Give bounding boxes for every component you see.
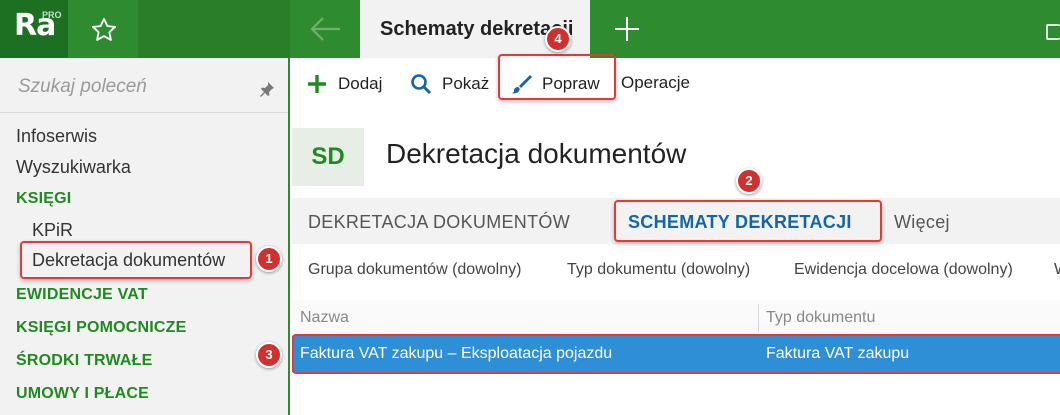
sidebar-section-ksiegi[interactable]: KSIĘGI bbox=[16, 190, 71, 208]
toolbar: Dodaj Pokaż Popraw Operacje bbox=[292, 54, 1060, 112]
app-logo[interactable]: Ra PRO bbox=[0, 0, 68, 58]
top-bar: Ra PRO Schematy dekretacji bbox=[0, 0, 1060, 58]
filter-more[interactable]: W bbox=[1054, 261, 1060, 279]
sidebar: Infoserwis Wyszukiwarka KSIĘGI KPiR Dekr… bbox=[0, 58, 290, 415]
filter-grupa-dokumentow[interactable]: Grupa dokumentów (dowolny) bbox=[308, 261, 521, 279]
page-title: Dekretacja dokumentów bbox=[386, 138, 687, 169]
column-divider[interactable] bbox=[758, 304, 759, 332]
sidebar-separator bbox=[0, 112, 288, 113]
pin-icon[interactable] bbox=[258, 80, 276, 98]
magnifier-icon bbox=[411, 74, 432, 95]
table-header: Nazwa Typ dokumentu bbox=[292, 300, 1060, 336]
operations-menu[interactable]: Operacje bbox=[621, 73, 690, 93]
operations-menu-label: Operacje bbox=[621, 73, 690, 92]
show-button-label: Pokaż bbox=[442, 74, 490, 93]
back-arrow-icon[interactable] bbox=[308, 14, 342, 44]
sidebar-section-srodki-trwale[interactable]: ŚRODKI TRWAŁE bbox=[16, 352, 153, 370]
view-tabs: DEKRETACJA DOKUMENTÓW SCHEMATY DEKRETACJ… bbox=[292, 198, 1060, 244]
sidebar-item-infoserwis[interactable]: Infoserwis bbox=[16, 126, 97, 147]
column-header-nazwa[interactable]: Nazwa bbox=[300, 309, 349, 327]
top-bar-left-area bbox=[138, 0, 290, 58]
star-icon[interactable] bbox=[90, 16, 118, 44]
add-button-label: Dodaj bbox=[338, 74, 383, 93]
sidebar-item-wyszukiwarka[interactable]: Wyszukiwarka bbox=[16, 157, 131, 178]
annotation-highlight-edit bbox=[498, 54, 616, 100]
command-search-input[interactable] bbox=[18, 76, 248, 98]
new-tab-plus-icon[interactable] bbox=[612, 14, 642, 44]
annotation-badge-2: 2 bbox=[736, 168, 762, 194]
logo-pro-badge: PRO bbox=[42, 10, 62, 20]
filters-bar: Grupa dokumentów (dowolny) Typ dokumentu… bbox=[292, 250, 1060, 290]
page-badge: SD bbox=[292, 128, 364, 186]
sidebar-section-ksiegi-pomocnicze[interactable]: KSIĘGI POMOCNICZE bbox=[16, 319, 187, 337]
add-button[interactable]: Dodaj bbox=[306, 73, 382, 95]
window-edge-icon[interactable] bbox=[1046, 24, 1060, 40]
filter-ewidencja-docelowa[interactable]: Ewidencja docelowa (dowolny) bbox=[794, 261, 1013, 279]
annotation-badge-4: 4 bbox=[545, 26, 571, 52]
annotation-badge-3: 3 bbox=[256, 342, 282, 368]
sidebar-section-umowy-i-place[interactable]: UMOWY I PŁACE bbox=[16, 385, 149, 403]
column-header-typ-dokumentu[interactable]: Typ dokumentu bbox=[766, 309, 875, 327]
plus-icon bbox=[308, 75, 326, 93]
annotation-highlight-row bbox=[292, 334, 1060, 374]
sidebar-item-kpir[interactable]: KPiR bbox=[32, 220, 73, 241]
filter-typ-dokumentu[interactable]: Typ dokumentu (dowolny) bbox=[567, 261, 750, 279]
annotation-badge-1: 1 bbox=[256, 246, 282, 272]
annotation-highlight-sidebar bbox=[20, 241, 252, 279]
annotation-highlight-tab bbox=[614, 200, 882, 242]
show-button[interactable]: Pokaż bbox=[410, 73, 489, 95]
tab-wiecej[interactable]: Więcej bbox=[894, 212, 950, 233]
sidebar-section-ewidencje-vat[interactable]: EWIDENCJE VAT bbox=[16, 286, 148, 304]
tab-dekretacja-dokumentow[interactable]: DEKRETACJA DOKUMENTÓW bbox=[308, 212, 570, 233]
